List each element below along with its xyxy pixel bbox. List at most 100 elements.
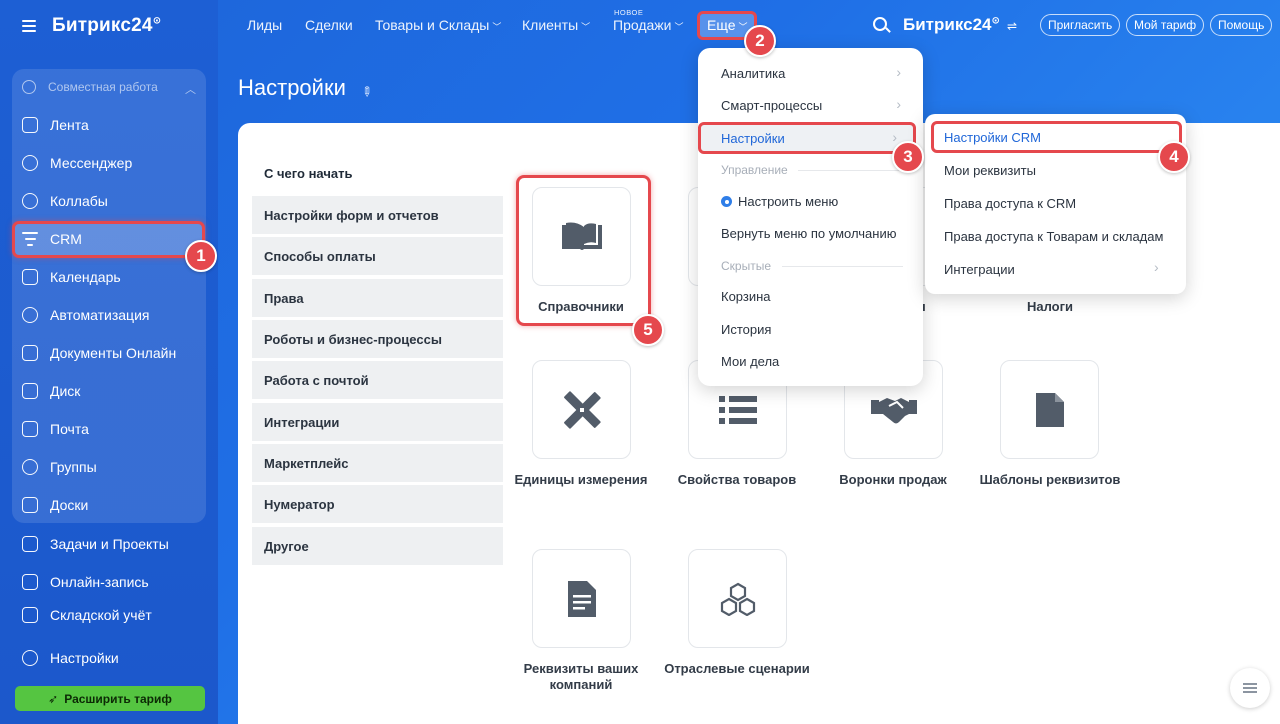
nav-deals[interactable]: Сделки [305, 17, 353, 33]
sidebar-item-warehouse[interactable]: Складской учёт [22, 607, 152, 627]
chevron-down-icon: ﹀ [492, 22, 502, 32]
invite-button[interactable]: Пригласить [1040, 14, 1121, 36]
left-menu-item[interactable]: Роботы и бизнес-процессы [252, 320, 503, 358]
logo[interactable]: Битрикс24⊙ [52, 15, 161, 37]
tile-label: Налоги [1026, 299, 1074, 314]
sidebar-item-booking[interactable]: Онлайн-запись [22, 569, 149, 595]
brand-logo[interactable]: Битрикс24⊙ [903, 15, 1000, 35]
tile-label: Справочники [538, 299, 624, 314]
left-menu-item[interactable]: Настройки форм и отчетов [252, 196, 503, 234]
sidebar-item-mail[interactable]: Почта [22, 416, 89, 442]
step-badge: 4 [1158, 141, 1190, 173]
menu-item-history[interactable]: История [721, 322, 771, 337]
divider [782, 266, 903, 267]
group-icon [22, 459, 38, 475]
funnel-icon [22, 232, 38, 246]
nav-more[interactable]: Еще ﹀ [707, 17, 748, 33]
menu-item-configure[interactable]: Настроить меню [721, 194, 838, 209]
upgrade-button[interactable]: ➶ Расширить тариф [15, 686, 205, 711]
tile-references[interactable] [532, 187, 631, 286]
left-menu-item[interactable]: Права [252, 279, 503, 317]
cubes-icon [720, 582, 756, 616]
tile-label: Отраслевые сценарии [664, 661, 810, 676]
sidebar-item-crm[interactable]: CRM [22, 226, 82, 252]
chevron-right-icon: › [896, 64, 901, 80]
document-icon [22, 345, 38, 361]
sidebar-item-automation[interactable]: Автоматизация [22, 302, 149, 328]
chevron-right-icon: › [1154, 259, 1159, 275]
sidebar-item-feed[interactable]: Лента [22, 112, 89, 138]
step-badge: 1 [185, 240, 217, 272]
divider [798, 170, 903, 171]
more-dropdown-menu: Аналитика › Смарт-процессы › Управление … [698, 48, 923, 386]
left-menu-item[interactable]: Способы оплаты [252, 237, 503, 275]
sidebar-item-groups[interactable]: Группы [22, 454, 97, 480]
menu-item-settings[interactable]: Настройки › [698, 122, 916, 154]
robot-icon [22, 307, 38, 323]
sidebar-group-title[interactable]: Совместная работа [22, 80, 158, 94]
tile-industry-scenarios[interactable] [688, 549, 787, 648]
ruler-icon [562, 390, 602, 430]
board-icon [22, 497, 38, 513]
sidebar-item-disk[interactable]: Диск [22, 378, 80, 404]
tile-label: Единицы измерения [514, 472, 648, 487]
tile-company-requisites[interactable] [532, 549, 631, 648]
submenu-item-my-requisites[interactable]: Мои реквизиты [944, 163, 1036, 178]
menu-item-smart-processes[interactable]: Смарт-процессы [721, 98, 822, 113]
step-badge: 3 [892, 141, 924, 173]
sidebar-item-messenger[interactable]: Мессенджер [22, 150, 132, 176]
menu-section-manage: Управление [721, 163, 788, 177]
document-lines-icon [567, 580, 596, 617]
sidebar-item-tasks[interactable]: Задачи и Проекты [22, 531, 169, 557]
left-menu-item[interactable]: Интеграции [252, 403, 503, 441]
page-title: Настройки [238, 75, 346, 100]
nav-products[interactable]: Товары и Склады ﹀ [375, 17, 501, 33]
sidebar-item-settings[interactable]: Настройки [22, 645, 119, 671]
warehouse-icon [22, 607, 38, 623]
menu-item-trash[interactable]: Корзина [721, 289, 771, 304]
list-icon [718, 394, 757, 426]
tile-requisite-templates[interactable] [1000, 360, 1099, 459]
menu-icon[interactable] [1230, 668, 1270, 708]
pin-icon[interactable]: ✎ [357, 82, 376, 101]
search-icon[interactable] [873, 17, 887, 31]
chevron-up-icon[interactable]: ︿ [185, 81, 196, 97]
menu-item-analytics[interactable]: Аналитика [721, 66, 785, 81]
nav-clients[interactable]: Клиенты ﹀ [522, 17, 590, 33]
left-menu-heading[interactable]: С чего начать [264, 166, 352, 181]
nav-leads[interactable]: Лиды [247, 17, 282, 33]
left-menu-item[interactable]: Нумератор [252, 485, 503, 523]
menu-section-hidden: Скрытые [721, 259, 772, 273]
settings-sliders-icon[interactable]: ⇌ [1007, 19, 1017, 33]
sidebar-item-calendar[interactable]: Календарь [22, 264, 121, 290]
left-menu-item[interactable]: Работа с почтой [252, 361, 503, 399]
tile-label: Свойства товаров [677, 472, 797, 487]
step-badge: 5 [632, 314, 664, 346]
menu-item-my-tasks[interactable]: Мои дела [721, 354, 779, 369]
calendar-icon [22, 269, 38, 285]
submenu-item-warehouse-access[interactable]: Права доступа к Товарам и складам [944, 229, 1163, 244]
menu-burger-icon[interactable] [22, 20, 36, 32]
submenu-item-crm-access[interactable]: Права доступа к CRM [944, 196, 1076, 211]
collaboration-icon [22, 80, 36, 94]
sidebar-item-boards[interactable]: Доски [22, 492, 88, 518]
sidebar: Битрикс24⊙ Совместная работа ︿ Лента Мес… [0, 0, 218, 724]
handshake-icon [870, 394, 917, 426]
chevron-right-icon: › [896, 96, 901, 112]
menu-item-reset[interactable]: Вернуть меню по умолчанию [721, 226, 896, 241]
help-button[interactable]: Помощь [1210, 14, 1273, 36]
chevron-down-icon: ﹀ [581, 22, 591, 32]
left-menu-item[interactable]: Маркетплейс [252, 444, 503, 482]
submenu-item-integrations[interactable]: Интеграции [944, 262, 1015, 277]
sidebar-item-collabs[interactable]: Коллабы [22, 188, 108, 214]
sidebar-item-documents[interactable]: Документы Онлайн [22, 340, 176, 366]
step-badge: 2 [744, 25, 776, 57]
left-menu-item[interactable]: Другое [252, 527, 503, 565]
tasks-icon [22, 536, 38, 552]
tile-units[interactable] [532, 360, 631, 459]
rocket-icon: ➶ [48, 691, 59, 706]
hexagon-icon [22, 193, 38, 209]
my-tariff-button[interactable]: Мой тариф [1126, 14, 1205, 36]
nav-sales[interactable]: Продажи ﹀ [613, 17, 683, 33]
submenu-item-crm-settings[interactable]: Настройки CRM [944, 130, 1041, 145]
